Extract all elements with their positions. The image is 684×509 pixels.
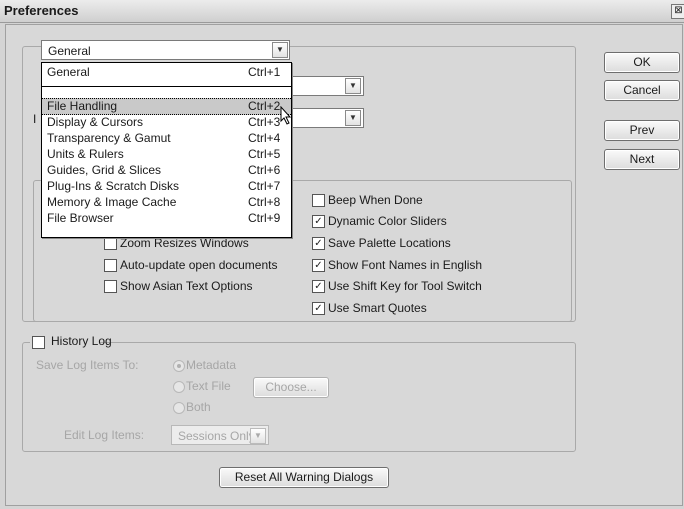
checkbox[interactable] [32, 336, 45, 349]
history-log-label: History Log [51, 334, 112, 348]
menu-item-label: Transparency & Gamut [47, 131, 171, 145]
chevron-down-icon[interactable]: ▼ [345, 110, 361, 126]
menu-item-label: Guides, Grid & Slices [47, 163, 162, 177]
next-button[interactable]: Next [604, 149, 680, 170]
section-dropdown-menu: General Ctrl+1 File Handling Ctrl+2 Disp… [41, 62, 292, 238]
radio-label: Text File [186, 379, 231, 393]
menu-item-label: Plug-Ins & Scratch Disks [47, 179, 180, 193]
reset-warnings-button[interactable]: Reset All Warning Dialogs [219, 467, 389, 488]
chevron-down-icon[interactable]: ▼ [345, 78, 361, 94]
radio-label: Metadata [186, 358, 237, 372]
checkbox-checked[interactable]: ✓ [312, 259, 325, 272]
option-label: Show Font Names in English [328, 258, 483, 272]
ok-button[interactable]: OK [604, 52, 680, 73]
option-label: Auto-update open documents [120, 258, 278, 272]
option-label: Save Palette Locations [328, 236, 451, 250]
section-select-value: General [48, 44, 91, 58]
menu-item-shortcut: Ctrl+7 [248, 179, 281, 193]
menu-item-shortcut: Ctrl+9 [248, 211, 281, 225]
option-label: Zoom Resizes Windows [120, 236, 249, 250]
checkbox-checked[interactable]: ✓ [312, 280, 325, 293]
option-label: Use Shift Key for Tool Switch [328, 279, 482, 293]
menu-item-label: Display & Cursors [47, 115, 144, 129]
menu-item-shortcut: Ctrl+1 [248, 65, 281, 79]
edit-log-value: Sessions Only [178, 429, 255, 443]
menu-item-shortcut: Ctrl+4 [248, 131, 281, 145]
title-bar: Preferences ⊠ [0, 0, 684, 23]
option-label: Dynamic Color Sliders [328, 214, 447, 228]
chevron-down-icon[interactable]: ▼ [250, 428, 266, 444]
checkbox[interactable] [104, 237, 117, 250]
menu-item-general[interactable]: General Ctrl+1 [42, 65, 291, 80]
menu-separator [42, 86, 291, 87]
menu-item-file-handling[interactable]: File Handling Ctrl+2 [42, 98, 291, 115]
menu-item-guides-grid-slices[interactable]: Guides, Grid & Slices Ctrl+6 [42, 163, 291, 178]
save-log-label: Save Log Items To: [36, 358, 139, 372]
prev-button[interactable]: Prev [604, 120, 680, 141]
menu-item-shortcut: Ctrl+5 [248, 147, 281, 161]
checkbox[interactable] [104, 280, 117, 293]
radio-label: Both [186, 400, 211, 414]
choose-button[interactable]: Choose... [253, 377, 329, 398]
menu-item-display-cursors[interactable]: Display & Cursors Ctrl+3 [42, 115, 291, 130]
menu-item-label: File Handling [47, 99, 118, 113]
menu-item-file-browser[interactable]: File Browser Ctrl+9 [42, 211, 291, 226]
menu-item-label: Units & Rulers [47, 147, 124, 161]
menu-item-memory-image-cache[interactable]: Memory & Image Cache Ctrl+8 [42, 195, 291, 210]
window-title: Preferences [4, 3, 79, 18]
history-log-header: History Log [30, 333, 112, 349]
edit-log-label: Edit Log Items: [64, 428, 145, 442]
menu-item-label: Memory & Image Cache [47, 195, 177, 209]
partial-label: I [33, 112, 37, 126]
menu-item-plugins-scratch-disks[interactable]: Plug-Ins & Scratch Disks Ctrl+7 [42, 179, 291, 194]
menu-item-label: File Browser [47, 211, 114, 225]
menu-item-units-rulers[interactable]: Units & Rulers Ctrl+5 [42, 147, 291, 162]
section-select[interactable]: General [41, 40, 290, 60]
cancel-button[interactable]: Cancel [604, 80, 680, 101]
checkbox-checked[interactable]: ✓ [312, 215, 325, 228]
radio-text-file[interactable] [173, 381, 185, 393]
checkbox-checked[interactable]: ✓ [312, 237, 325, 250]
menu-item-transparency-gamut[interactable]: Transparency & Gamut Ctrl+4 [42, 131, 291, 146]
option-label: Show Asian Text Options [120, 279, 253, 293]
checkbox[interactable] [312, 194, 325, 207]
checkbox-checked[interactable]: ✓ [312, 302, 325, 315]
menu-item-shortcut: Ctrl+2 [248, 99, 281, 113]
menu-item-label: General [47, 65, 90, 79]
option-label: Beep When Done [328, 193, 423, 207]
option-label: Use Smart Quotes [328, 301, 427, 315]
menu-item-shortcut: Ctrl+3 [248, 115, 281, 129]
cursor-icon [280, 106, 292, 125]
close-icon[interactable]: ⊠ [671, 4, 684, 19]
checkbox[interactable] [104, 259, 117, 272]
menu-item-shortcut: Ctrl+6 [248, 163, 281, 177]
radio-metadata[interactable] [173, 360, 185, 372]
menu-item-shortcut: Ctrl+8 [248, 195, 281, 209]
chevron-down-icon[interactable]: ▼ [272, 42, 288, 58]
radio-both[interactable] [173, 402, 185, 414]
